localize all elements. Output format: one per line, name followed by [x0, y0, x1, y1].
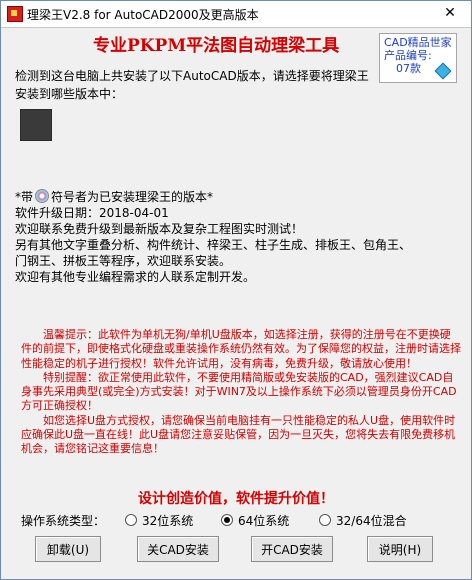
- slogan: 设计创造价值，软件提升价值！: [138, 491, 334, 507]
- product-info-box: CAD精品世家 产品编号: 07款: [379, 33, 457, 83]
- radio-32bit[interactable]: 32位系统: [125, 512, 193, 529]
- app-icon: [7, 6, 23, 22]
- installed-note: *带 符号者为已安装理梁王的版本*: [15, 189, 465, 205]
- notice-usb: 如您选择U盘方式授权，请您确保当前电脑挂有一只性能稳定的私人U盘，使用软件时应确…: [21, 413, 456, 456]
- headline: 专业PKPM平法图自动理梁工具: [93, 36, 340, 56]
- window-title: 理梁王V2.8 for AutoCAD2000及更高版本: [27, 8, 259, 22]
- close-cad-install-button[interactable]: 关CAD安装: [137, 536, 219, 562]
- product-brand: CAD精品世家: [384, 36, 452, 49]
- uninstall-button[interactable]: 卸载(U): [35, 536, 101, 562]
- radio-mixed[interactable]: 32/64位混合: [319, 512, 407, 529]
- info-block: *带 符号者为已安装理梁王的版本* 软件升级日期：2018-04-01 欢迎联系免…: [15, 189, 465, 285]
- notice-tip: 温馨提示：此软件为单机无狗/单机U盘版本，如选择注册，获得的注册号在不更换硬件的…: [21, 328, 461, 370]
- cd-icon: [35, 189, 50, 203]
- info-line-6: 欢迎有其他专业编程需求的人联系定制开发。: [15, 270, 256, 284]
- radio-64bit-label[interactable]: 64位系统: [238, 514, 289, 528]
- notice-warning: 特别提醒：欲正常使用此软件，不要使用精简版或免安装版的CAD，强烈建议CAD自身…: [21, 370, 457, 413]
- help-button[interactable]: 说明(H): [367, 536, 433, 562]
- notice-block: 温馨提示：此软件为单机无狗/单机U盘版本，如选择注册，获得的注册号在不更换硬件的…: [21, 328, 461, 457]
- autocad-version-tile[interactable]: [20, 109, 52, 141]
- title-bar: 理梁王V2.8 for AutoCAD2000及更高版本 ✕: [1, 1, 471, 28]
- radio-mixed-label[interactable]: 32/64位混合: [336, 514, 407, 528]
- product-number-label: 产品编号:: [384, 49, 432, 62]
- radio-32bit-dot[interactable]: [125, 514, 137, 526]
- installer-window: 理梁王V2.8 for AutoCAD2000及更高版本 ✕ 专业PKPM平法图…: [0, 0, 472, 580]
- os-type-row: 操作系统类型： 32位系统 64位系统 32/64位混合: [21, 512, 461, 530]
- info-line-4: 另有其他文字重叠分析、构件统计、梓梁王、柱子生成、排板王、包角王、: [15, 238, 412, 252]
- os-type-label: 操作系统类型：: [21, 514, 106, 528]
- detect-message: 检测到这台电脑上共安装了以下AutoCAD版本，请选择要将理梁王安装到哪些版本中…: [15, 69, 369, 101]
- open-cad-install-button[interactable]: 开CAD安装: [251, 536, 333, 562]
- upgrade-date: 软件升级日期：2018-04-01: [15, 206, 169, 220]
- installed-note-suffix: 符号者为已安装理梁王的版本*: [51, 190, 214, 204]
- radio-32bit-label[interactable]: 32位系统: [142, 514, 193, 528]
- radio-64bit-dot[interactable]: [221, 514, 233, 526]
- close-icon[interactable]: ✕: [435, 3, 465, 23]
- info-line-3: 欢迎联系免费升级到最新版本及复杂工程图实时测试！: [15, 222, 304, 236]
- radio-mixed-dot[interactable]: [319, 514, 331, 526]
- radio-64bit[interactable]: 64位系统: [221, 512, 289, 529]
- installed-note-prefix: *带: [15, 190, 34, 204]
- info-line-5: 门钢王、拼板王等程序，欢迎联系安装。: [15, 254, 232, 268]
